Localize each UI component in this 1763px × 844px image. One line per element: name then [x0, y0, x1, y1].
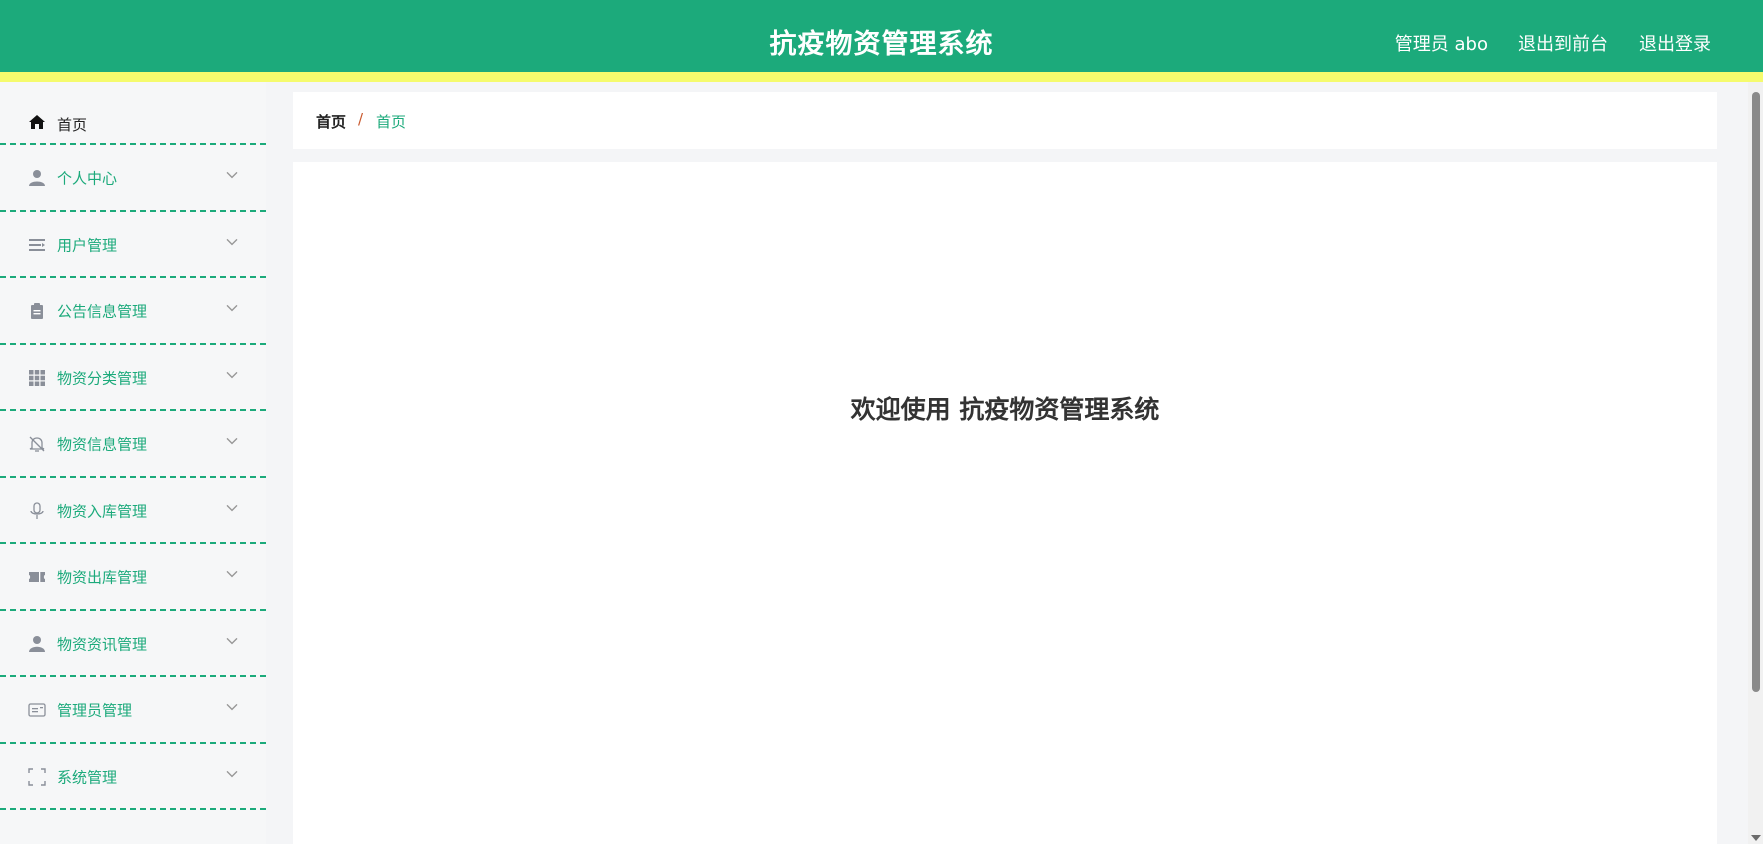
- sidebar-item-stock-out-management[interactable]: 物资出库管理: [0, 544, 266, 611]
- breadcrumb-current: 首页: [376, 113, 407, 131]
- scrollbar-thumb[interactable]: [1752, 92, 1760, 692]
- chevron-down-icon: [226, 438, 238, 445]
- current-user-label: 管理员 abo: [1394, 34, 1488, 55]
- sidebar-item-category-management[interactable]: 物资分类管理: [0, 345, 266, 411]
- sidebar-item-label: 物资信息管理: [57, 435, 148, 454]
- top-header: 抗疫物资管理系统 管理员 abo 退出到前台 退出登录: [0, 0, 1763, 82]
- app-title: 抗疫物资管理系统: [769, 29, 994, 60]
- sidebar-item-label: 管理员管理: [57, 701, 133, 720]
- clipboard-icon: [27, 301, 47, 321]
- sidebar-item-admin-management[interactable]: 管理员管理: [0, 677, 266, 744]
- home-icon: [27, 112, 47, 132]
- main-content: 欢迎使用 抗疫物资管理系统: [293, 162, 1717, 844]
- sidebar-item-label: 首页: [57, 116, 88, 134]
- sidebar-item-news-management[interactable]: 物资资讯管理: [0, 611, 266, 677]
- sidebar-item-stock-in-management[interactable]: 物资入库管理: [0, 478, 266, 544]
- id-card-icon: [27, 700, 47, 720]
- fullscreen-icon: [27, 767, 47, 787]
- chevron-down-icon: [226, 305, 238, 312]
- logout-link[interactable]: 退出登录: [1639, 30, 1711, 56]
- breadcrumb: 首页 / 首页: [293, 92, 1717, 149]
- list-icon: [27, 235, 47, 255]
- sidebar-item-user-management[interactable]: 用户管理: [0, 212, 266, 278]
- sidebar-item-label: 物资分类管理: [57, 369, 148, 388]
- sidebar-item-system-management[interactable]: 系统管理: [0, 744, 266, 810]
- sidebar-menu: 首页 个人中心 用户管理 公告信息管理 物资分类管理 物资信息管理 物资入库管理…: [0, 82, 266, 844]
- sidebar-item-notice-management[interactable]: 公告信息管理: [0, 278, 266, 345]
- sidebar-item-label: 系统管理: [57, 768, 118, 787]
- bell-off-icon: [27, 434, 47, 454]
- back-to-front-link[interactable]: 退出到前台: [1518, 30, 1608, 56]
- sidebar-item-label: 物资资讯管理: [57, 635, 148, 654]
- sidebar-item-label: 公告信息管理: [57, 302, 148, 321]
- chevron-down-icon: [226, 770, 238, 778]
- person-icon: [27, 634, 47, 654]
- sidebar-item-label: 个人中心: [57, 169, 118, 188]
- chevron-down-icon: [226, 571, 238, 578]
- breadcrumb-home[interactable]: 首页: [316, 111, 346, 132]
- chevron-down-icon: [226, 504, 238, 512]
- sidebar-item-personal-center[interactable]: 个人中心: [0, 145, 266, 212]
- grid-icon: [27, 368, 47, 388]
- page-scrollbar[interactable]: [1748, 82, 1763, 844]
- microphone-icon: [27, 501, 47, 521]
- sidebar-item-home[interactable]: 首页: [0, 82, 266, 145]
- sidebar-item-label: 物资入库管理: [57, 502, 148, 521]
- chevron-down-icon: [226, 371, 238, 379]
- chevron-down-icon: [226, 238, 238, 246]
- welcome-message: 欢迎使用 抗疫物资管理系统: [850, 395, 1160, 424]
- chevron-down-icon: [226, 704, 238, 711]
- ticket-icon: [27, 567, 47, 587]
- scroll-down-arrow-icon[interactable]: [1751, 835, 1761, 841]
- sidebar-item-goods-info-management[interactable]: 物资信息管理: [0, 411, 266, 478]
- sidebar-item-label: 用户管理: [57, 236, 118, 255]
- user-icon: [27, 168, 47, 188]
- chevron-down-icon: [226, 637, 238, 645]
- chevron-down-icon: [226, 172, 238, 179]
- breadcrumb-separator: /: [358, 110, 364, 128]
- sidebar-item-label: 物资出库管理: [57, 568, 148, 587]
